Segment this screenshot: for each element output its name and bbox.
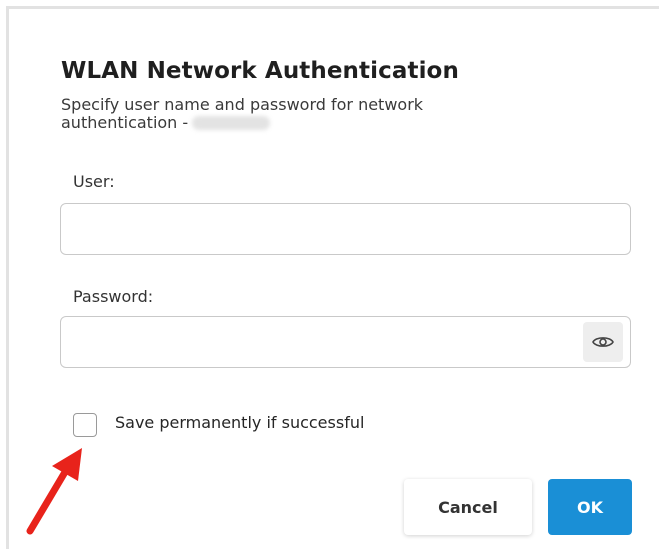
password-input[interactable] [60, 316, 631, 368]
screenshot: WLAN Network Authentication Specify user… [0, 0, 659, 549]
eye-icon [592, 337, 614, 347]
dialog-title: WLAN Network Authentication [61, 58, 459, 84]
user-input[interactable] [60, 203, 631, 255]
dialog-description: Specify user name and password for netwo… [61, 96, 531, 132]
show-password-button[interactable] [583, 322, 623, 362]
ok-button[interactable]: OK [548, 479, 632, 535]
red-arrow-icon [26, 448, 82, 535]
password-label: Password: [73, 287, 154, 306]
save-permanently-checkbox[interactable] [73, 413, 97, 437]
redacted-network-name [192, 116, 271, 130]
user-label: User: [73, 172, 115, 191]
auth-dialog [9, 9, 659, 549]
cancel-button[interactable]: Cancel [404, 479, 532, 535]
save-permanently-label[interactable]: Save permanently if successful [115, 413, 364, 432]
